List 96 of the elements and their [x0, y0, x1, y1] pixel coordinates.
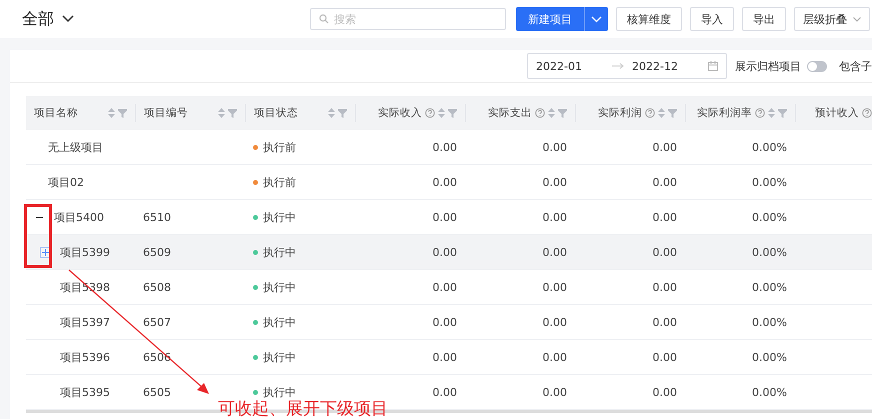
amount: 0.00: [652, 246, 677, 258]
amount: 0.00: [542, 140, 567, 154]
amount: 0.00: [432, 350, 457, 364]
status-text: 执行中: [263, 384, 296, 400]
project-name: 项目5395: [60, 384, 110, 400]
project-code: 6505: [143, 386, 171, 398]
chevron-down-icon: [853, 16, 861, 22]
project-code: 6510: [143, 210, 171, 224]
filter-icon[interactable]: [118, 108, 127, 118]
amount: 0.00: [432, 246, 457, 258]
filter-icon[interactable]: [668, 108, 677, 118]
amount: 0.00: [652, 280, 677, 294]
sort-icon[interactable]: [658, 108, 665, 118]
amount: 0.00: [542, 280, 567, 294]
arrow-right-icon: [612, 63, 624, 69]
project-code: 6509: [143, 246, 171, 258]
highlight-frame: [24, 204, 52, 268]
sort-icon[interactable]: [548, 108, 555, 118]
amount: 0.00: [542, 246, 567, 258]
level-dropdown[interactable]: 层级折叠: [794, 7, 870, 31]
calendar-icon: [708, 61, 718, 71]
toolbar-button[interactable]: 导入: [690, 7, 734, 31]
amount: 0.00%: [752, 176, 787, 188]
column-header: 实际收入: [378, 106, 422, 120]
include-children-label: 包含子: [839, 58, 872, 74]
sort-icon[interactable]: [768, 108, 775, 118]
sort-icon[interactable]: [328, 108, 335, 118]
status-text: 执行中: [263, 314, 296, 330]
amount: 0.00: [652, 210, 677, 224]
toolbar-button[interactable]: 核算维度: [616, 7, 682, 31]
amount: 0.00: [432, 386, 457, 398]
new-project-button[interactable]: 新建项目: [516, 7, 584, 31]
archive-toggle[interactable]: [807, 60, 827, 72]
caret-icon: [591, 16, 602, 22]
sort-icon[interactable]: [108, 108, 115, 118]
status-text: 执行中: [263, 244, 296, 260]
amount: 0.00: [432, 176, 457, 188]
amount: 0.00%: [752, 386, 787, 398]
status-text: 执行前: [263, 174, 296, 190]
amount: 0.00: [652, 176, 677, 188]
column-header: 项目编号: [144, 106, 189, 120]
archive-toggle-label: 展示归档项目: [735, 58, 801, 74]
amount: 0.00: [652, 140, 677, 154]
toolbar-button[interactable]: 导出: [742, 7, 786, 31]
chevron-down-icon: [62, 15, 74, 23]
amount: 0.00%: [752, 246, 787, 258]
status-text: 执行前: [263, 140, 296, 154]
project-name: 项目02: [48, 174, 84, 190]
status-text: 执行中: [263, 280, 296, 294]
amount: 0.00%: [752, 316, 787, 328]
dropdown-button[interactable]: [584, 7, 608, 31]
column-header: 实际利润: [598, 106, 642, 120]
search-icon: [319, 14, 329, 24]
sort-icon[interactable]: [438, 108, 445, 118]
project-name: 无上级项目: [48, 140, 103, 154]
filter-icon[interactable]: [778, 108, 787, 118]
project-name: 项目5400: [54, 210, 104, 224]
expand-button[interactable]: [40, 246, 51, 258]
amount: 0.00: [542, 350, 567, 364]
filter-icon[interactable]: [448, 108, 457, 118]
amount: 0.00: [652, 350, 677, 364]
filter-icon[interactable]: [228, 108, 237, 118]
project-name: 项目5397: [60, 314, 110, 330]
amount: 0.00: [542, 210, 567, 224]
filter-icon[interactable]: [558, 108, 567, 118]
project-code: 6508: [143, 280, 171, 294]
project-name: 项目5399: [60, 244, 110, 260]
sort-icon[interactable]: [218, 108, 225, 118]
plus-icon: [41, 248, 50, 256]
amount: 0.00: [542, 176, 567, 188]
column-header: 预计收入: [815, 106, 859, 120]
amount: 0.00: [542, 386, 567, 398]
amount: 0.00: [542, 316, 567, 328]
amount: 0.00: [652, 386, 677, 398]
amount: 0.00: [432, 210, 457, 224]
status-text: 执行中: [263, 350, 296, 364]
amount: 0.00: [432, 140, 457, 154]
column-header: 实际利润率: [697, 106, 752, 120]
amount: 0.00%: [752, 350, 787, 364]
filter-icon[interactable]: [338, 108, 347, 118]
amount: 0.00: [652, 316, 677, 328]
column-header: 项目名称: [34, 106, 79, 120]
date-range-field[interactable]: 2022-01 2022-12: [527, 53, 727, 79]
amount: 0.00%: [752, 140, 787, 154]
amount: 0.00%: [752, 210, 787, 224]
status-text: 执行中: [263, 210, 296, 224]
page-title[interactable]: 全部: [22, 8, 74, 30]
amount: 0.00%: [752, 280, 787, 294]
project-code: 6507: [143, 316, 171, 328]
column-header: 实际支出: [488, 106, 532, 120]
annotation-text: 可收起、展开下级项目: [218, 400, 388, 418]
search-field[interactable]: 搜索: [310, 8, 506, 30]
amount: 0.00: [432, 316, 457, 328]
column-header: 项目状态: [254, 106, 299, 120]
amount: 0.00: [432, 280, 457, 294]
project-name: 项目5396: [60, 350, 110, 364]
